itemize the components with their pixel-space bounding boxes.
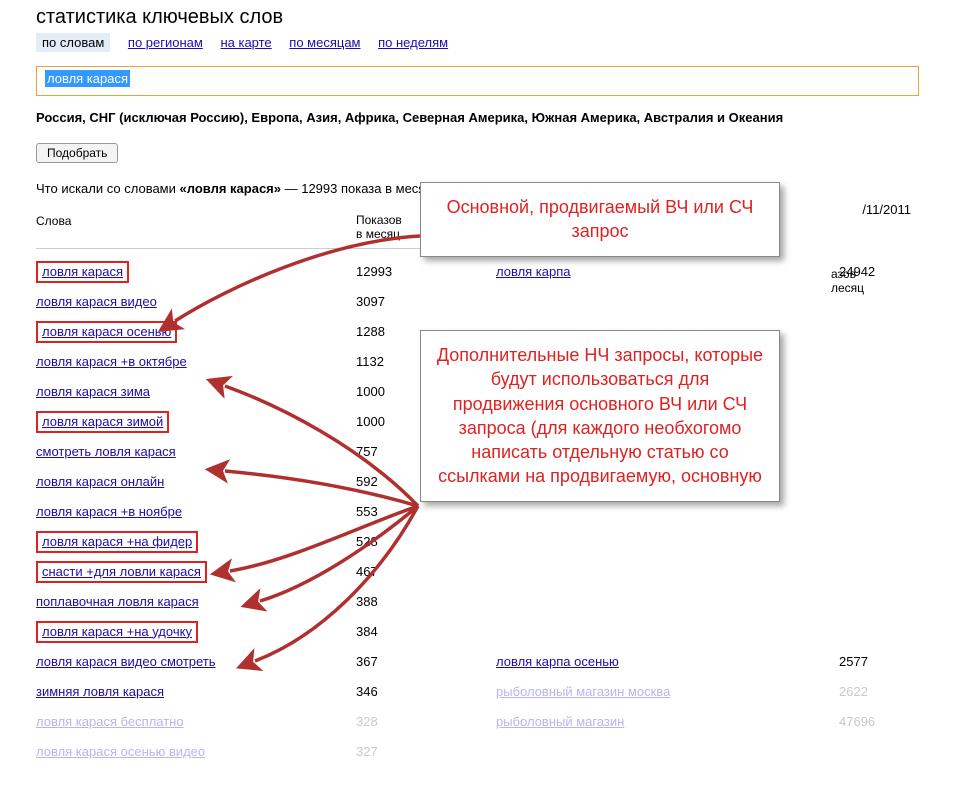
keyword-count: 3097 [356, 294, 436, 309]
keyword-link[interactable]: рыболовный магазин москва [496, 684, 670, 699]
keyword-count: 367 [356, 654, 436, 669]
table-row: ловля карпа осенью 2577 [496, 647, 919, 677]
keyword-link[interactable]: ловля карася видео смотреть [36, 654, 216, 669]
search-value: ловля карася [45, 70, 130, 87]
date-fragment: /11/2011 [862, 202, 911, 217]
page-title: статистика ключевых слов [36, 6, 919, 29]
table-row: ловля карася видео смотреть 367 [36, 647, 436, 677]
keyword-link[interactable]: ловля карася +на фидер [36, 531, 198, 553]
table-row: ловля карася +в ноябре 553 [36, 497, 436, 527]
keyword-link[interactable]: ловля карася зима [36, 384, 150, 399]
keyword-link[interactable]: ловля карася видео [36, 294, 157, 309]
keyword-link[interactable]: ловля карася онлайн [36, 474, 164, 489]
keyword-link[interactable]: ловля карася бесплатно [36, 714, 184, 729]
keyword-link[interactable]: снасти +для ловли карася [36, 561, 207, 583]
tab-words[interactable]: по словам [36, 33, 110, 52]
search-input[interactable]: ловля карася [36, 66, 919, 96]
keyword-count: 328 [356, 714, 436, 729]
tab-months[interactable]: по месяцам [289, 35, 360, 50]
table-row: ловля карася осенью1288 [36, 317, 436, 347]
summary-term: «ловля карася» [180, 181, 282, 196]
table-row: ловля карася 12993 [36, 257, 436, 287]
regions-line: Россия, СНГ (исключая Россию), Европа, А… [36, 110, 919, 125]
table-row: ловля карася бесплатно 328 [36, 707, 436, 737]
table-row: ловля карася онлайн592 [36, 467, 436, 497]
tab-regions[interactable]: по регионам [128, 35, 203, 50]
keyword-link[interactable]: ловля карася [36, 261, 129, 283]
keyword-count: 12993 [356, 264, 436, 279]
keyword-count: 2622 [839, 684, 919, 699]
table-row: поплавочная ловля карася 388 [36, 587, 436, 617]
keyword-link[interactable]: рыболовный магазин [496, 714, 624, 729]
keyword-link[interactable]: ловля карася +в октябре [36, 354, 187, 369]
table-row: рыболовный магазин 47696 [496, 707, 919, 737]
table-row: ловля карася видео 3097 [36, 287, 436, 317]
keyword-link[interactable]: ловля карася осенью [36, 321, 177, 343]
table-row: ловля карася +на удочку 384 [36, 617, 436, 647]
table-row: рыболовный магазин москва 2622 [496, 677, 919, 707]
tabs: по словам по регионам на карте по месяца… [36, 33, 919, 52]
table-row: ловля карася зимой1000 [36, 407, 436, 437]
keyword-count: 553 [356, 504, 436, 519]
tab-weeks[interactable]: по неделям [378, 35, 448, 50]
keyword-link[interactable]: зимняя ловля карася [36, 684, 164, 699]
keyword-link[interactable]: поплавочная ловля карася [36, 594, 199, 609]
tab-map[interactable]: на карте [220, 35, 271, 50]
keyword-link[interactable]: ловля карася осенью видео [36, 744, 205, 759]
table-row: зимняя ловля карася 346 [36, 677, 436, 707]
keyword-count: 327 [356, 744, 436, 759]
keyword-count: 47696 [839, 714, 919, 729]
keyword-count: 2577 [839, 654, 919, 669]
keyword-link[interactable]: ловля карася +на удочку [36, 621, 198, 643]
summary-suffix: — 12993 показа в месяц. [281, 181, 436, 196]
pick-button[interactable]: Подобрать [36, 143, 118, 163]
table-row: смотреть ловля карася757 [36, 437, 436, 467]
keyword-count: 384 [356, 624, 436, 639]
keyword-link[interactable]: смотреть ловля карася [36, 444, 176, 459]
keyword-link[interactable]: ловля карася +в ноябре [36, 504, 182, 519]
callout-secondary: Дополнительные НЧ запросы, которые будут… [420, 330, 780, 502]
keyword-count: 528 [356, 534, 436, 549]
callout-main: Основной, продвигаемый ВЧ или СЧ запрос [420, 182, 780, 257]
keyword-count: 346 [356, 684, 436, 699]
table-row: ловля карася +в октябре1132 [36, 347, 436, 377]
left-column: Слова Показовв месяц ловля карася12993ло… [36, 214, 436, 767]
table-row: снасти +для ловли карася 467 [36, 557, 436, 587]
keyword-count: 388 [356, 594, 436, 609]
table-row: ловля карася +на фидер 528 [36, 527, 436, 557]
keyword-link[interactable]: ловля карпа осенью [496, 654, 619, 669]
keyword-count: 467 [356, 564, 436, 579]
col-head-words: Слова [36, 214, 356, 242]
right-col-head-frag: азовлесяц [831, 268, 911, 296]
summary: Что искали со словами «ловля карася» — 1… [36, 181, 456, 196]
table-row: ловля карася осенью видео 327 [36, 737, 436, 767]
keyword-link[interactable]: ловля карпа [496, 264, 571, 279]
keyword-link[interactable]: ловля карася зимой [36, 411, 169, 433]
summary-prefix: Что искали со словами [36, 181, 180, 196]
table-row: ловля карася зима1000 [36, 377, 436, 407]
